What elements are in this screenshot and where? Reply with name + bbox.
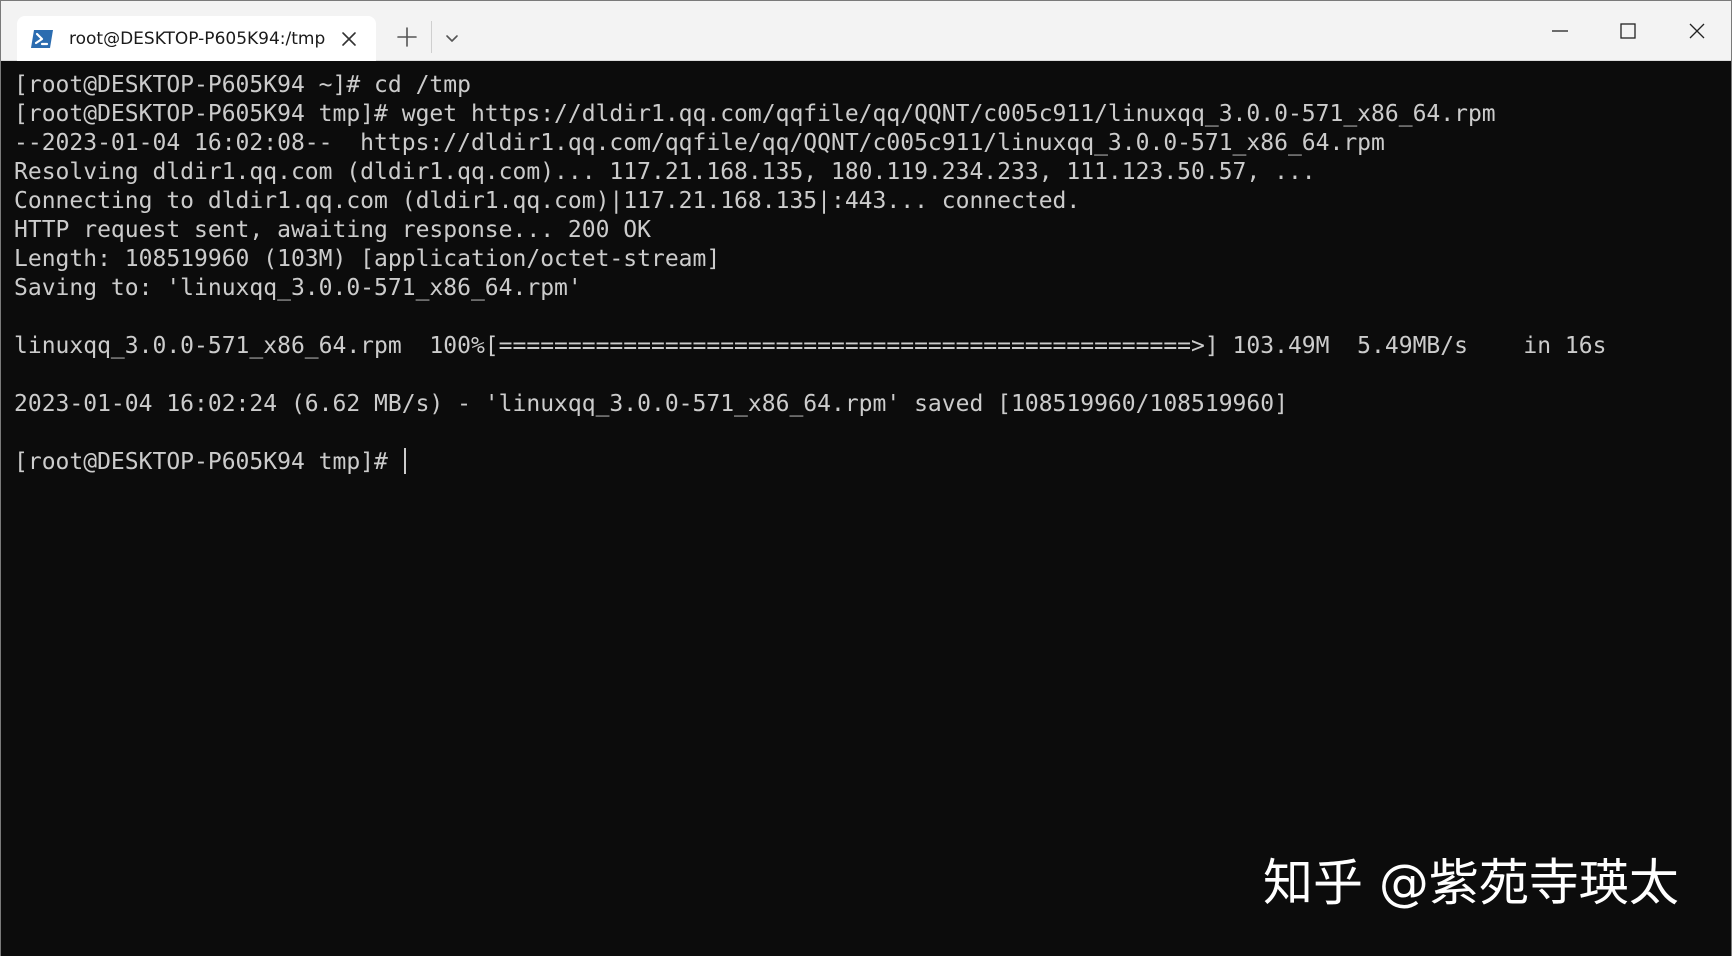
watermark: 知乎 @紫苑寺瑛太 [1263, 854, 1679, 912]
new-tab-icon[interactable] [393, 23, 421, 51]
terminal-line: [root@DESKTOP-P605K94 tmp]# wget https:/… [14, 101, 1496, 127]
title-bar[interactable]: root@DESKTOP-P605K94:/tmp [1, 1, 1731, 61]
text-cursor [403, 448, 406, 474]
minimize-icon [1552, 30, 1568, 32]
prompt-line[interactable]: [root@DESKTOP-P605K94 tmp]# [14, 448, 1731, 477]
powershell-icon [30, 28, 54, 50]
terminal-line: HTTP request sent, awaiting response... … [14, 217, 651, 243]
terminal-line: --2023-01-04 16:02:08-- https://dldir1.q… [14, 130, 1385, 156]
terminal-line: linuxqq_3.0.0-571_x86_64.rpm 100%[======… [14, 333, 1607, 359]
tab-close-icon[interactable] [336, 26, 362, 52]
close-button[interactable] [1663, 1, 1731, 61]
tab-title: root@DESKTOP-P605K94:/tmp [69, 29, 326, 49]
terminal-line: 2023-01-04 16:02:24 (6.62 MB/s) - 'linux… [14, 391, 1288, 417]
maximize-icon [1620, 23, 1636, 39]
maximize-button[interactable] [1594, 1, 1662, 61]
terminal-line: [root@DESKTOP-P605K94 ~]# cd /tmp [14, 72, 471, 98]
shell-prompt: [root@DESKTOP-P605K94 tmp]# [14, 449, 402, 475]
tab-terminal[interactable]: root@DESKTOP-P605K94:/tmp [17, 16, 376, 61]
terminal-line: Resolving dldir1.qq.com (dldir1.qq.com).… [14, 159, 1316, 185]
terminal-output[interactable]: [root@DESKTOP-P605K94 ~]# cd /tmp [root@… [1, 61, 1731, 956]
terminal-window: root@DESKTOP-P605K94:/tmp [root@DESKTOP-… [0, 0, 1732, 956]
terminal-line: Connecting to dldir1.qq.com (dldir1.qq.c… [14, 188, 1081, 214]
chevron-down-icon[interactable] [439, 25, 465, 51]
terminal-line: Saving to: 'linuxqq_3.0.0-571_x86_64.rpm… [14, 275, 582, 301]
minimize-button[interactable] [1526, 1, 1594, 61]
tab-separator [431, 21, 432, 53]
terminal-line: Length: 108519960 (103M) [application/oc… [14, 246, 721, 272]
close-icon [1689, 23, 1705, 39]
